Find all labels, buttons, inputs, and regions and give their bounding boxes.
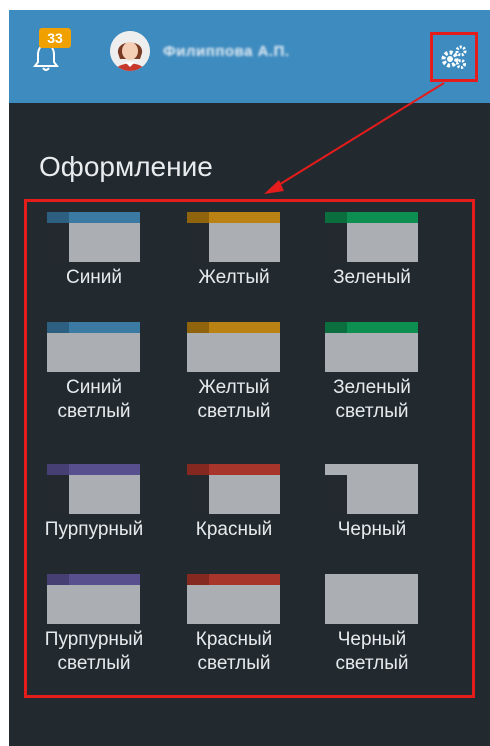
theme-option[interactable]: Черный светлый [307,562,437,674]
theme-option[interactable]: Желтый [169,200,299,300]
theme-option[interactable]: Красный [169,452,299,552]
theme-option[interactable]: Пурпурный [29,452,159,552]
avatar[interactable] [110,31,150,71]
theme-option[interactable]: Красный светлый [169,562,299,674]
theme-preview [47,322,140,372]
theme-option[interactable]: Зеленый светлый [307,310,437,422]
theme-preview-corner [47,212,69,223]
theme-preview-corner [47,574,69,585]
theme-label: Желтый светлый [169,376,299,424]
theme-option[interactable]: Синий светлый [29,310,159,422]
gears-icon [441,45,467,69]
theme-label-line1: Синий [65,377,123,398]
theme-label-line2: светлый [197,653,271,674]
theme-preview-corner [325,464,347,475]
theme-label-line1: Пурпурный [44,629,144,650]
top-bar: 33 Филиппова А.П. [9,10,490,103]
theme-label-line1: Зеленый [333,377,411,398]
theme-label-line1: Черный [337,629,407,650]
theme-label-line1: Красный [195,629,273,650]
theme-label-line2: светлый [57,653,131,674]
theme-preview [47,574,140,624]
theme-label-line2: светлый [335,401,409,422]
theme-label: Пурпурный [29,518,159,542]
theme-preview [47,212,140,262]
theme-label-line1: Желтый [198,267,270,288]
theme-preview [325,464,418,514]
theme-preview-corner [325,574,347,585]
theme-preview-corner [187,212,209,223]
theme-preview-corner [325,212,347,223]
theme-option[interactable]: Черный [307,452,437,552]
theme-preview-corner [47,322,69,333]
theme-label-line1: Черный [337,519,407,540]
theme-preview-corner [47,464,69,475]
theme-preview [187,464,280,514]
theme-label-line1: Пурпурный [44,519,144,540]
theme-preview-corner [187,464,209,475]
sidebar-panel: 33 Филиппова А.П. Оформление Синий Желты… [9,10,490,746]
theme-label-line1: Красный [195,519,273,540]
theme-label: Красный светлый [169,628,299,676]
theme-label: Черный [307,518,437,542]
theme-label-line2: светлый [197,401,271,422]
theme-preview [325,574,418,624]
theme-label: Синий светлый [29,376,159,424]
theme-preview [325,322,418,372]
theme-option[interactable]: Желтый светлый [169,310,299,422]
theme-label: Синий [29,266,159,290]
theme-option[interactable]: Зеленый [307,200,437,300]
theme-preview-corner [187,574,209,585]
theme-option[interactable]: Синий [29,200,159,300]
theme-preview-corner [187,322,209,333]
username[interactable]: Филиппова А.П. [163,43,290,60]
theme-preview-corner [325,322,347,333]
theme-preview [47,464,140,514]
theme-label: Черный светлый [307,628,437,676]
theme-label-line1: Зеленый [333,267,411,288]
theme-label-line2: светлый [335,653,409,674]
section-title: Оформление [39,151,213,182]
theme-label-line2: светлый [57,401,131,422]
theme-label: Красный [169,518,299,542]
notification-badge: 33 [39,28,71,48]
theme-label: Зеленый [307,266,437,290]
theme-label: Зеленый светлый [307,376,437,424]
theme-preview [325,212,418,262]
theme-option[interactable]: Пурпурный светлый [29,562,159,674]
theme-preview [187,212,280,262]
theme-preview [187,322,280,372]
theme-label-line1: Синий [65,267,123,288]
theme-label-line1: Желтый [198,377,270,398]
settings-button[interactable] [430,32,478,82]
theme-preview [187,574,280,624]
theme-label: Пурпурный светлый [29,628,159,676]
theme-label: Желтый [169,266,299,290]
